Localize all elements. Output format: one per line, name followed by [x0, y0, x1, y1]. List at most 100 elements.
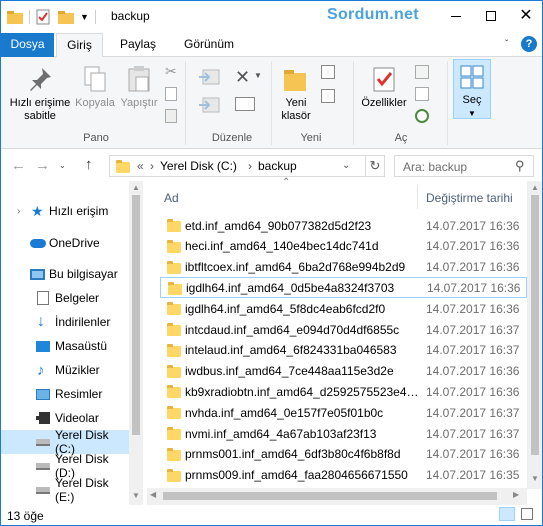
search-input[interactable]: Ara: backup [403, 160, 467, 174]
tab-gorunum[interactable]: Görünüm [173, 33, 245, 57]
file-list-vertical-scrollbar[interactable]: ▲ ▼ [527, 181, 542, 489]
ribbon-expand-icon[interactable]: ˇ [505, 39, 508, 50]
sidebar-item-downloads[interactable]: ↓ İndirilenler [1, 310, 129, 334]
maximize-button[interactable] [476, 1, 506, 31]
sidebar-item-label: Yerel Disk (E:) [55, 476, 109, 504]
scroll-thumb[interactable] [163, 492, 497, 500]
copy-to-icon[interactable] [197, 95, 221, 115]
copy-button[interactable]: Kopyala [75, 65, 115, 110]
new-folder-button[interactable]: Yeni klasör [275, 65, 317, 123]
edit-icon[interactable] [415, 87, 429, 101]
group-label-pano: Pano [83, 132, 109, 144]
sidebar-item-onedrive[interactable]: OneDrive [1, 231, 129, 255]
column-header-modified[interactable]: Değiştirme tarihi [426, 191, 513, 205]
select-button[interactable]: Seç ▼ [453, 59, 491, 119]
sidebar-item-videos[interactable]: Videolar [1, 406, 129, 430]
sidebar-item-drive-d[interactable]: Yerel Disk (D:) [1, 452, 129, 480]
file-name: kb9xradiobtn.inf_amd64_d2592575523e4… [185, 384, 419, 399]
search-box[interactable]: Ara: backup ⚲ [394, 155, 534, 177]
separator [29, 10, 30, 24]
table-row[interactable]: intcdaud.inf_amd64_e094d70d4df6855c 14.07… [160, 319, 527, 340]
rename-icon[interactable] [235, 97, 255, 111]
address-dropdown-icon[interactable]: ⌄ [342, 160, 350, 171]
scroll-right-icon[interactable]: ▶ [513, 490, 519, 499]
easy-access-icon[interactable] [321, 89, 335, 103]
recent-dropdown-icon[interactable]: ⌄ [59, 161, 66, 170]
documents-icon [37, 291, 49, 305]
file-name: nvmi.inf_amd64_4a67ab103af23f13 [185, 426, 377, 441]
paste-icon [128, 66, 150, 92]
forward-button[interactable]: → [35, 157, 50, 174]
new-folder-icon[interactable] [58, 10, 74, 24]
open-icon[interactable] [415, 65, 429, 79]
copy-path-icon[interactable] [165, 87, 177, 101]
details-view-icon[interactable] [499, 507, 515, 521]
scroll-down-icon[interactable]: ▼ [531, 474, 539, 483]
table-row[interactable]: prnms001.inf_amd64_6df3b80c4f6b8f8d 14.07… [160, 444, 527, 465]
folder-icon [167, 260, 181, 274]
help-icon[interactable]: ? [521, 36, 537, 52]
breadcrumb-backup[interactable]: backup [258, 159, 297, 173]
table-row[interactable]: etd.inf_amd64_90b077382d5d2f23 14.07.2017… [160, 215, 527, 236]
table-row[interactable]: igdlh64.inf_amd64_5f8dc4eab6fcd2f0 14.07.… [160, 298, 527, 319]
properties-button[interactable]: Özellikler [357, 65, 411, 110]
table-row[interactable]: igdlh64.inf_amd64_0d5be4a8324f3703 14.07.… [160, 277, 527, 299]
table-row[interactable]: kb9xradiobtn.inf_amd64_d2592575523e4… 14.… [160, 381, 527, 402]
folder-icon [167, 323, 181, 336]
sidebar-item-drive-c[interactable]: Yerel Disk (C:) [1, 428, 129, 456]
table-row[interactable]: nvmi.inf_amd64_4a67ab103af23f13 14.07.201… [160, 423, 527, 444]
sidebar-scrollbar[interactable]: ▲ ▼ [129, 181, 143, 505]
breadcrumb-yerel-disk-c[interactable]: Yerel Disk (C:) [160, 159, 237, 173]
file-name: heci.inf_amd64_140e4bec14dc741d [185, 239, 379, 254]
minimize-button[interactable] [441, 1, 471, 31]
table-row[interactable]: nvhda.inf_amd64_0e157f7e05f01b0c 14.07.20… [160, 402, 527, 423]
table-row[interactable]: heci.inf_amd64_140e4bec14dc741d 14.07.201… [160, 236, 527, 257]
history-icon[interactable] [415, 109, 429, 123]
sidebar-item-desktop[interactable]: Masaüstü [1, 334, 129, 358]
sidebar-item-quick-access[interactable]: › ★ Hızlı erişim [1, 199, 129, 223]
column-header-name[interactable]: Ad [164, 191, 179, 205]
sidebar-item-this-pc[interactable]: Bu bilgisayar [1, 262, 129, 286]
delete-dropdown-icon[interactable]: ▼ [254, 71, 262, 80]
address-overflow[interactable]: « [137, 159, 144, 173]
scroll-thumb[interactable] [531, 195, 539, 455]
folder-icon [116, 160, 130, 173]
table-row[interactable]: intelaud.inf_amd64_6f824331ba046583 14.07… [160, 340, 527, 361]
properties-icon[interactable] [36, 9, 50, 25]
delete-icon[interactable]: ✕ [235, 67, 250, 88]
paste-button[interactable]: Yapıştır [117, 65, 161, 110]
table-row[interactable]: ibtfltcoex.inf_amd64_6ba2d768e994b2d9 14.… [160, 257, 527, 278]
scroll-left-icon[interactable]: ◀ [150, 490, 156, 499]
back-button[interactable]: ← [11, 157, 26, 174]
pin-quick-access-button[interactable]: Hızlı erişime sabitle [5, 65, 75, 123]
scroll-up-icon[interactable]: ▲ [531, 183, 539, 192]
up-button[interactable]: ↑ [85, 156, 93, 173]
scroll-down-icon[interactable]: ▼ [132, 491, 140, 500]
scroll-up-icon[interactable]: ▲ [132, 183, 140, 192]
sidebar-item-documents[interactable]: Belgeler [1, 286, 129, 310]
file-name: intelaud.inf_amd64_6f824331ba046583 [185, 343, 397, 358]
table-row[interactable]: iwdbus.inf_amd64_7ce448aa115e3d2e 14.07.2… [160, 361, 527, 382]
sidebar-item-music[interactable]: ♪ Müzikler [1, 358, 129, 382]
maximize-icon [486, 11, 496, 21]
close-button[interactable]: ✕ [511, 1, 541, 31]
new-item-icon[interactable] [321, 65, 335, 79]
sidebar-item-drive-e[interactable]: Yerel Disk (E:) [1, 476, 129, 504]
scroll-thumb[interactable] [132, 195, 140, 435]
file-modified-date: 14.07.2017 16:37 [426, 405, 520, 420]
sidebar-item-pictures[interactable]: Resimler [1, 382, 129, 406]
move-to-icon[interactable] [197, 67, 221, 87]
tab-paylas[interactable]: Paylaş [113, 33, 163, 57]
tab-dosya[interactable]: Dosya [1, 33, 54, 57]
tab-giris[interactable]: Giriş [56, 33, 103, 58]
table-row[interactable]: prnms009.inf_amd64_faa2804656671550 14.07… [160, 465, 527, 486]
navigation-pane: › ★ Hızlı erişim OneDrive Bu bilgisayar … [1, 186, 129, 504]
paste-shortcut-icon[interactable] [165, 109, 177, 123]
expand-icon[interactable]: › [17, 206, 20, 217]
refresh-button[interactable]: ↻ [365, 155, 385, 177]
cut-icon[interactable]: ✂ [165, 63, 177, 80]
large-icons-view-icon[interactable] [521, 508, 533, 520]
address-bar[interactable]: « › Yerel Disk (C:) › backup ⌄ [109, 155, 385, 177]
customize-dropdown-icon[interactable]: ▼ [80, 12, 89, 22]
file-list-horizontal-scrollbar[interactable]: ◀ ▶ [147, 488, 527, 505]
